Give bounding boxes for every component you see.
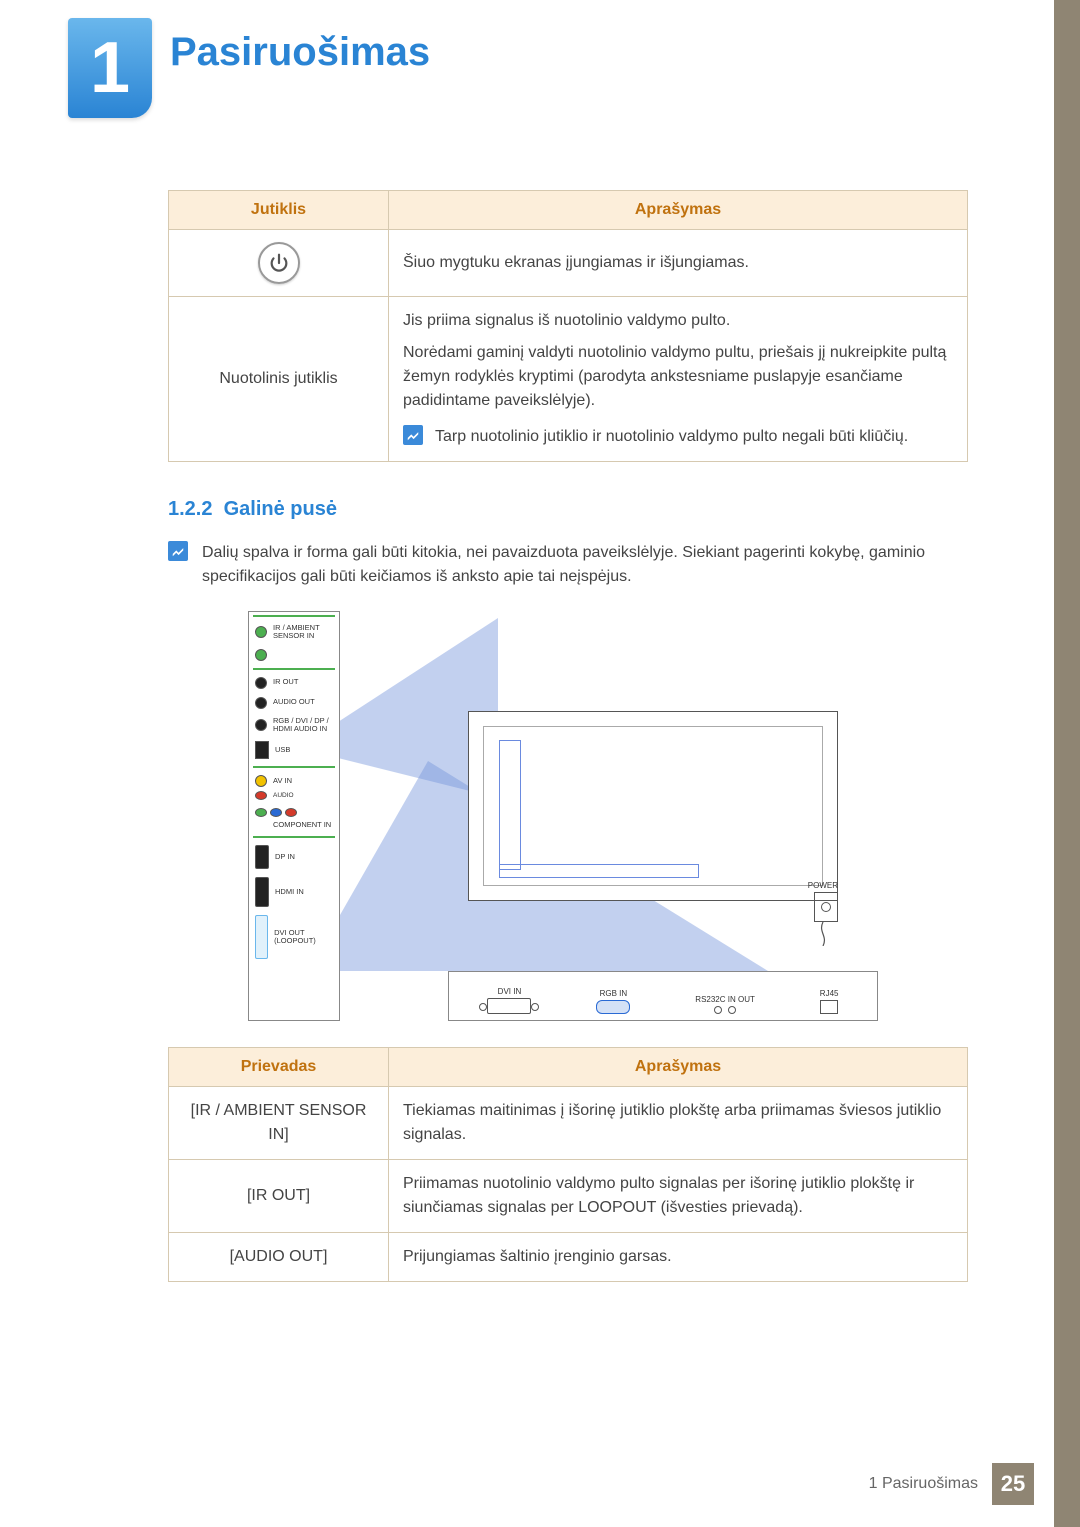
chapter-number-badge: 1 [68,18,152,118]
table1-header-sensor: Jutiklis [169,191,389,230]
table1-row1-desc: Šiuo mygtuku ekranas įjungiamas ir išjun… [389,230,968,297]
table-row: [IR / AMBIENT SENSOR IN] Tiekiamas maiti… [169,1087,968,1160]
table1-row2-line2: Norėdami gaminį valdyti nuotolinio valdy… [403,341,953,413]
power-port: POWER [788,881,838,941]
bottom-port-strip: DVI IN RGB IN RS232C IN OUT RJ45 [448,971,878,1021]
page-content: Jutiklis Aprašymas Šiuo mygtuku ekranas … [168,190,968,1282]
table-row: [AUDIO OUT] Prijungiamas šaltinio įrengi… [169,1233,968,1282]
rear-panel-diagram: IR / AMBIENT SENSOR IN IR OUT AUDIO OUT … [248,611,888,1021]
section-heading: 1.2.2 Galinė pusė [168,498,968,521]
page-right-stripe [1054,0,1080,1527]
side-port-panel: IR / AMBIENT SENSOR IN IR OUT AUDIO OUT … [248,611,340,1021]
section-note: Dalių spalva ir forma gali būti kitokia,… [202,541,968,589]
note-icon [168,541,188,561]
note-icon [403,425,423,445]
table2-header-desc: Aprašymas [389,1048,968,1087]
monitor-rear-outline [468,711,838,901]
sensor-table: Jutiklis Aprašymas Šiuo mygtuku ekranas … [168,190,968,462]
table-row: Šiuo mygtuku ekranas įjungiamas ir išjun… [169,230,968,297]
port-table: Prievadas Aprašymas [IR / AMBIENT SENSOR… [168,1047,968,1282]
table1-row2-line1: Jis priima signalus iš nuotolinio valdym… [403,309,953,333]
table1-header-desc: Aprašymas [389,191,968,230]
page-number: 25 [992,1463,1034,1505]
table-row: Nuotolinis jutiklis Jis priima signalus … [169,297,968,462]
table-row: [IR OUT] Priimamas nuotolinio valdymo pu… [169,1160,968,1233]
footer-label: 1 Pasiruošimas [869,1475,978,1493]
power-icon [258,242,300,284]
page-footer: 1 Pasiruošimas 25 [869,1463,1034,1505]
chapter-title: Pasiruošimas [170,30,430,75]
table1-row2-note: Tarp nuotolinio jutiklio ir nuotolinio v… [435,425,908,449]
table1-row2-label: Nuotolinis jutiklis [169,297,389,462]
table2-header-port: Prievadas [169,1048,389,1087]
